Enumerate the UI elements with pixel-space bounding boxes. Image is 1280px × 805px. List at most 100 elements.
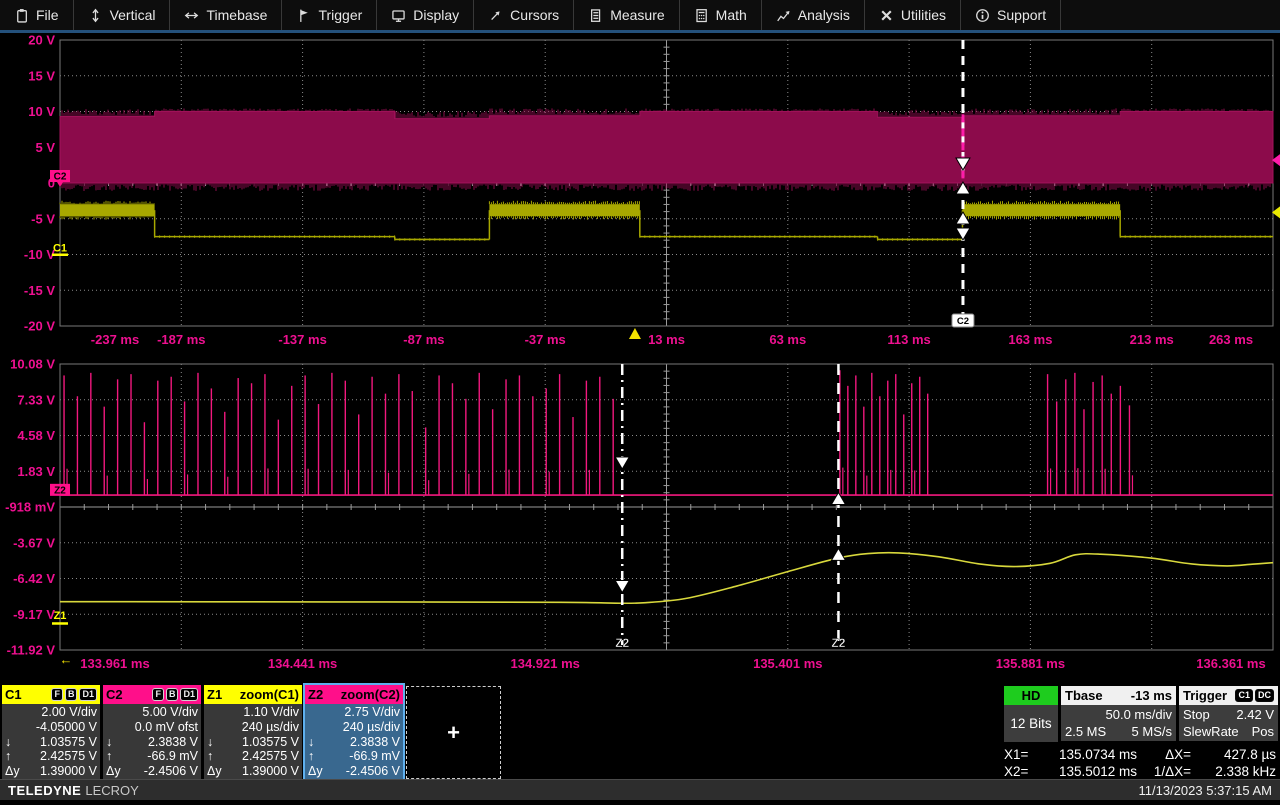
menu-label: Measure — [610, 7, 665, 23]
descriptor-row: 240 µs/div — [342, 719, 400, 734]
hd-bits: 12 Bits — [1010, 716, 1052, 731]
menu-label: Timebase — [206, 7, 268, 23]
analysis-icon — [776, 8, 791, 23]
descriptor-row: ↓ 1.03575 V — [207, 734, 299, 749]
descriptor-row: ↑ 2.42575 V — [5, 749, 97, 764]
menu-utilities[interactable]: Utilities — [865, 0, 962, 30]
menu-label: Math — [715, 7, 747, 23]
menu-accent-line — [0, 30, 1280, 33]
x1-label: X1= — [1004, 747, 1029, 762]
svg-text:113 ms: 113 ms — [887, 332, 930, 347]
tbase-samples: 2.5 MS — [1065, 724, 1107, 739]
svg-text:-15 V: -15 V — [24, 283, 55, 298]
hd-header: HD — [1004, 686, 1058, 705]
menu-label: File — [36, 7, 59, 23]
descriptor-C1[interactable]: C1 F B D1 2.00 V/div -4.05000 V ↓ 1.03575 V ↑ 2.4… — [2, 685, 100, 779]
trigger-time-marker — [628, 328, 641, 339]
trace-name: C2 — [106, 687, 123, 702]
menu-cursors[interactable]: Cursors — [474, 0, 575, 30]
svg-text:263 ms: 263 ms — [1209, 332, 1253, 347]
invdx-label: 1/ΔX= — [1153, 763, 1191, 779]
trigger-source-badge: C1 — [1235, 689, 1253, 702]
svg-text:-918 mV: -918 mV — [5, 500, 55, 515]
menu-label: Vertical — [109, 7, 156, 23]
menu-vertical[interactable]: Vertical — [74, 0, 171, 30]
svg-text:134.921 ms: 134.921 ms — [510, 656, 579, 671]
svg-text:63 ms: 63 ms — [769, 332, 806, 347]
descriptor-row: Δy 1.39000 V — [207, 764, 299, 779]
trace-function: zoom(C1) — [239, 687, 299, 702]
svg-text:7.33 V: 7.33 V — [17, 392, 55, 407]
menu-label: Trigger — [318, 7, 363, 23]
cursor-readout: X1= 135.0734 ms ΔX= 427.8 µs X2= 135.501… — [1004, 747, 1278, 780]
x2-value: 135.5012 ms — [1058, 763, 1137, 779]
svg-text:5 V: 5 V — [35, 140, 55, 155]
descriptor-row: ↓ 2.3838 V — [106, 734, 198, 749]
badge-f: F — [51, 688, 63, 701]
menu-timebase[interactable]: Timebase — [170, 0, 283, 30]
tbase-label: Tbase — [1065, 688, 1103, 703]
menu-math[interactable]: Math — [680, 0, 762, 30]
svg-text:4.58 V: 4.58 V — [17, 428, 55, 443]
descriptor-row: 2.75 V/div — [344, 705, 400, 719]
trigger-type: SlewRate — [1183, 724, 1239, 739]
svg-text:1.83 V: 1.83 V — [17, 464, 55, 479]
status-bar: TELEDYNE LECROY 11/13/2023 5:37:15 AM — [0, 779, 1280, 800]
menu-display[interactable]: Display — [377, 0, 475, 30]
trigger-box[interactable]: Trigger C1 DC Stop 2.42 V SlewRate Pos — [1179, 686, 1278, 741]
waveform-display: 20 V 15 V 10 V5 V 0 -5 V -10 V -15 V -20 V -237 … — [0, 0, 1280, 800]
zoom-grid: 10.08 V 7.33 V 4.58 V 1.83 V -918 mV -3.67 V -… — [5, 357, 1274, 671]
menu-trigger[interactable]: Trigger — [282, 0, 378, 30]
menu-support[interactable]: Support — [961, 0, 1062, 30]
menu-file[interactable]: File — [0, 0, 74, 30]
add-trace-button[interactable]: + — [406, 686, 501, 779]
trigger-level: 2.42 V — [1236, 707, 1274, 722]
display-icon — [391, 8, 406, 23]
trace-name: Z1 — [207, 687, 223, 702]
timebase-icon — [184, 8, 199, 23]
descriptor-Z1[interactable]: Z1 zoom(C1) 1.10 V/div 240 µs/div ↓ 1.03575 V… — [204, 685, 302, 781]
dx-value: 427.8 µs — [1223, 747, 1276, 762]
svg-text:-5 V: -5 V — [31, 211, 55, 226]
tbase-delay: -13 ms — [1130, 688, 1172, 703]
svg-text:-9.17 V: -9.17 V — [13, 607, 55, 622]
clock: 11/13/2023 5:37:15 AM — [1138, 782, 1272, 798]
descriptor-row: 240 µs/div — [241, 719, 299, 734]
svg-text:-37 ms: -37 ms — [525, 332, 566, 347]
tbase-rate: 5 MS/s — [1131, 724, 1172, 739]
hd-mode-box[interactable]: HD 12 Bits — [1004, 686, 1058, 742]
svg-text:135.881 ms: 135.881 ms — [996, 656, 1065, 671]
badge-b: B — [165, 688, 179, 701]
svg-text:C2: C2 — [54, 172, 67, 183]
svg-text:136.361 ms: 136.361 ms — [1196, 656, 1265, 671]
utilities-icon — [879, 8, 894, 23]
svg-text:Z2: Z2 — [54, 485, 66, 496]
measure-icon — [588, 8, 603, 23]
menu-label: Display — [413, 7, 460, 23]
badge-d1: D1 — [79, 688, 97, 701]
svg-text:135.401 ms: 135.401 ms — [753, 656, 822, 671]
descriptor-C2[interactable]: C2 F B D1 5.00 V/div 0.0 mV ofst ↓ 2.3838 V ↑ -66… — [103, 685, 201, 779]
svg-text:10 V: 10 V — [28, 104, 55, 119]
timebase-box[interactable]: Tbase -13 ms 50.0 ms/div 2.5 MS 5 MS/s — [1061, 686, 1176, 741]
menu-label: Analysis — [797, 7, 850, 23]
vertical-icon — [88, 8, 103, 23]
svg-text:13 ms: 13 ms — [648, 332, 685, 347]
support-icon — [975, 8, 990, 23]
menu-measure[interactable]: Measure — [574, 0, 680, 30]
svg-text:-20 V: -20 V — [24, 319, 55, 334]
trace-function: zoom(C2) — [340, 687, 400, 702]
trigger-label: Trigger — [1183, 688, 1228, 703]
descriptor-row: 0.0 mV ofst — [134, 719, 198, 734]
trace-c2 — [59, 108, 1274, 191]
menu-analysis[interactable]: Analysis — [762, 0, 865, 30]
badge-f: F — [152, 688, 164, 701]
svg-text:Z2: Z2 — [831, 636, 845, 650]
trigger-mode: Stop — [1183, 707, 1210, 722]
svg-text:20 V: 20 V — [28, 33, 55, 48]
svg-text:15 V: 15 V — [28, 68, 55, 83]
main-grid: 20 V15 V10 V5 V0-5 V-10 V-15 V-20 V-237 … — [24, 33, 1274, 347]
descriptor-Z2[interactable]: Z2 zoom(C2) 2.75 V/div 240 µs/div ↓ 2.3838 V ↑… — [303, 683, 405, 781]
svg-text:←: ← — [60, 652, 73, 667]
svg-text:Z2: Z2 — [615, 636, 629, 650]
